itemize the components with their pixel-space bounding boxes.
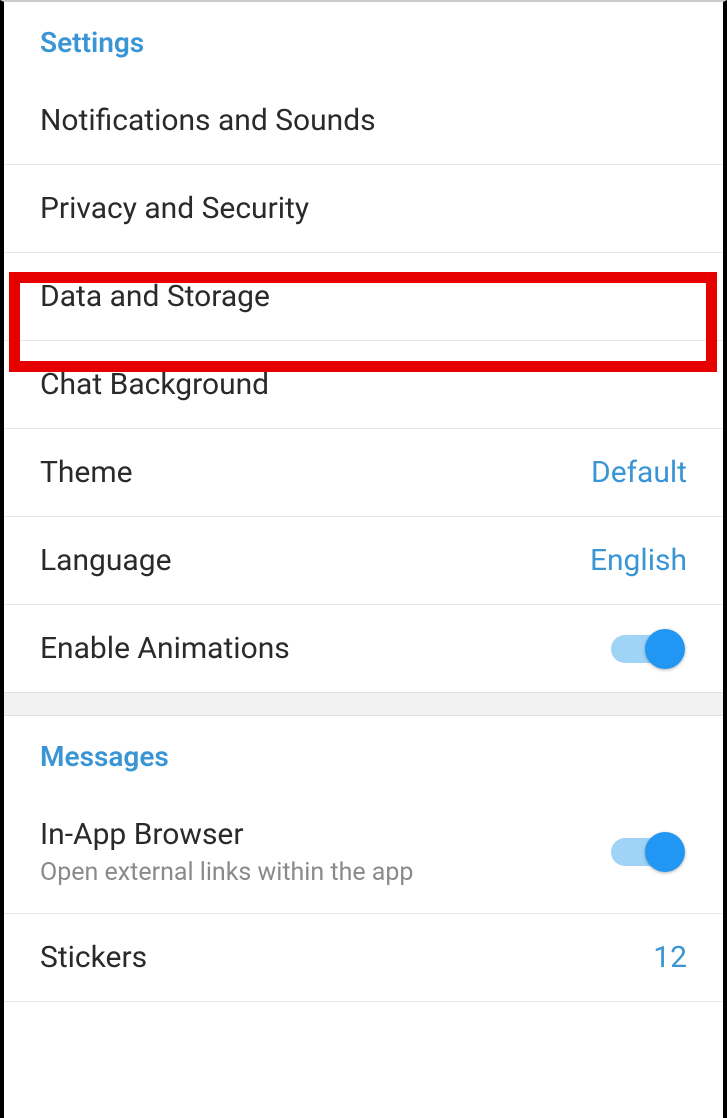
- settings-item-notifications-sounds[interactable]: Notifications and Sounds: [4, 77, 723, 165]
- enable-animations-toggle[interactable]: [611, 635, 681, 663]
- settings-item-chat-background[interactable]: Chat Background: [4, 341, 723, 429]
- settings-item-enable-animations[interactable]: Enable Animations: [4, 605, 723, 692]
- settings-section-header: Settings: [4, 2, 723, 77]
- list-item-label: Stickers: [40, 940, 147, 975]
- section-divider: [4, 692, 723, 716]
- list-item-label: Notifications and Sounds: [40, 103, 376, 138]
- toggle-knob-icon: [645, 629, 685, 669]
- settings-item-privacy-security[interactable]: Privacy and Security: [4, 165, 723, 253]
- settings-item-theme[interactable]: Theme Default: [4, 429, 723, 517]
- list-item-value: 12: [653, 940, 687, 975]
- list-item-label: In-App Browser: [40, 817, 413, 852]
- settings-item-language[interactable]: Language English: [4, 517, 723, 605]
- list-item-label: Enable Animations: [40, 631, 290, 666]
- toggle-knob-icon: [645, 832, 685, 872]
- settings-item-data-storage[interactable]: Data and Storage: [4, 253, 723, 341]
- messages-item-stickers[interactable]: Stickers 12: [4, 914, 723, 1002]
- list-item-subtitle: Open external links within the app: [40, 858, 413, 887]
- list-item-label: Theme: [40, 455, 133, 490]
- list-item-label: Privacy and Security: [40, 191, 309, 226]
- list-item-value: English: [590, 543, 687, 578]
- messages-section-header: Messages: [4, 716, 723, 791]
- messages-item-in-app-browser[interactable]: In-App Browser Open external links withi…: [4, 791, 723, 914]
- list-item-value: Default: [591, 455, 687, 490]
- list-item-label: Chat Background: [40, 367, 269, 402]
- list-item-label: Language: [40, 543, 172, 578]
- list-item-label: Data and Storage: [40, 279, 270, 314]
- in-app-browser-toggle[interactable]: [611, 838, 681, 866]
